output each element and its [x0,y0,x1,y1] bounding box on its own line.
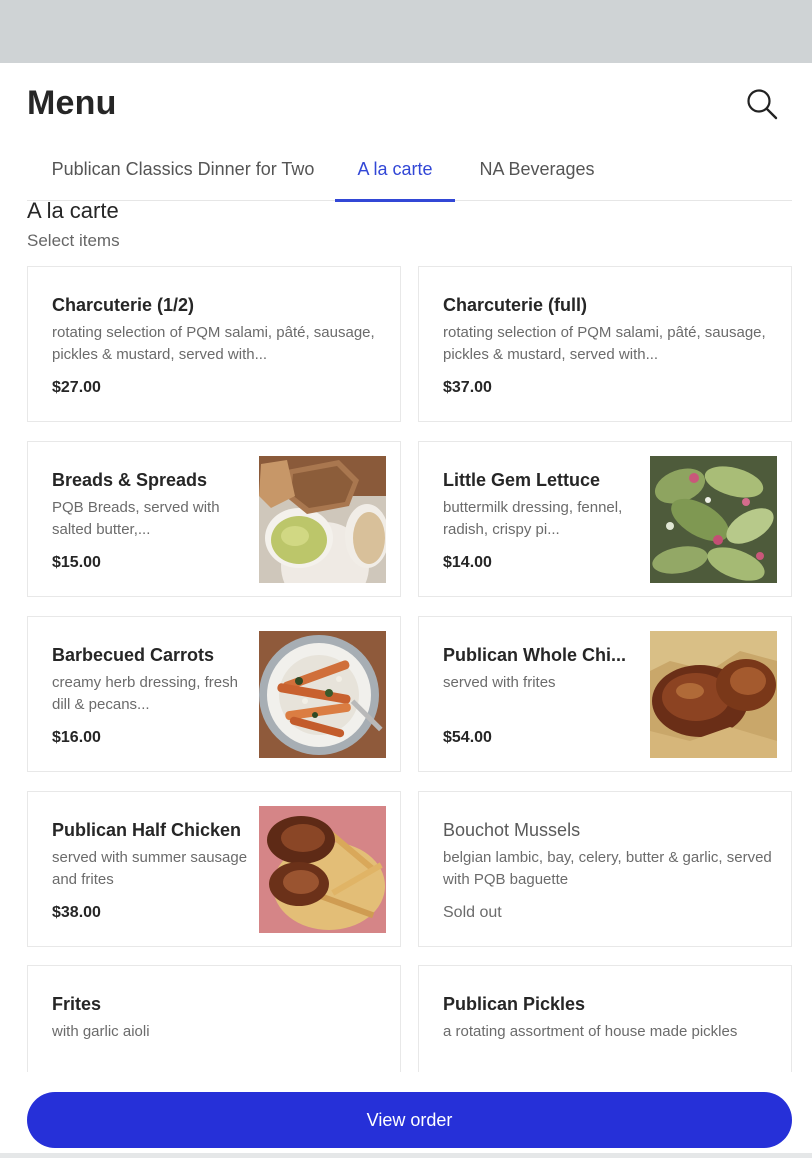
view-order-button[interactable]: View order [27,1092,792,1148]
item-photo-whole-chicken [650,631,777,758]
item-description: PQB Breads, served with salted butter,..… [52,499,220,538]
menu-item-card[interactable]: Little Gem Lettuce buttermilk dressing, … [418,441,792,597]
search-icon [747,89,778,120]
bottom-edge [0,1153,812,1158]
item-description: belgian lambic, bay, celery, butter & ga… [443,849,772,888]
item-price: $54.00 [443,729,492,746]
menu-item-card[interactable]: Charcuterie (1/2) rotating selection of … [27,266,401,422]
item-name: Publican Pickles [443,994,586,1014]
item-name: Little Gem Lettuce [443,470,601,490]
item-name: Charcuterie (1/2) [52,295,195,315]
menu-item-card[interactable]: Charcuterie (full) rotating selection of… [418,266,792,422]
item-name: Breads & Spreads [52,470,208,490]
item-name: Bouchot Mussels [443,820,581,840]
tab-na-beverages[interactable]: NA Beverages [467,138,607,201]
section-subtitle: Select items [27,231,120,250]
item-name: Publican Whole Chi... [443,645,627,665]
item-price: $15.00 [52,554,101,571]
item-price: $16.00 [52,729,101,746]
item-description: served with frites [443,674,556,691]
menu-item-card[interactable]: Bouchot Mussels belgian lambic, bay, cel… [418,791,792,947]
item-status-sold-out: Sold out [443,904,502,921]
item-name: Frites [52,994,102,1014]
item-name: Publican Half Chicken [52,820,242,840]
item-description: with garlic aioli [52,1023,150,1040]
page-title: Menu [27,84,117,122]
item-description: rotating selection of PQM salami, pâté, … [443,324,766,363]
item-description: buttermilk dressing, fennel, radish, cri… [443,499,623,538]
item-price: $37.00 [443,379,492,396]
item-photo-lettuce [650,456,777,583]
item-description: rotating selection of PQM salami, pâté, … [52,324,375,363]
item-name: Barbecued Carrots [52,645,215,665]
menu-tabs: Publican Classics Dinner for Two A la ca… [27,138,792,202]
item-price: $14.00 [443,554,492,571]
tab-publican-classics[interactable]: Publican Classics Dinner for Two [49,138,317,201]
item-description: served with summer sausage and frites [52,849,248,888]
item-name: Charcuterie (full) [443,295,588,315]
tab-a-la-carte[interactable]: A la carte [335,138,455,202]
item-photo-carrots [259,631,386,758]
menu-item-card[interactable]: Publican Whole Chi... served with frites… [418,616,792,772]
section-title: A la carte [27,198,119,223]
menu-item-card[interactable]: Publican Half Chicken served with summer… [27,791,401,947]
menu-item-card[interactable]: Barbecued Carrots creamy herb dressing, … [27,616,401,772]
item-price: $38.00 [52,904,101,921]
menu-item-card[interactable]: Breads & Spreads PQB Breads, served with… [27,441,401,597]
item-description: creamy herb dressing, fresh dill & pecan… [52,674,238,713]
item-photo-breads [259,456,386,583]
item-description: a rotating assortment of house made pick… [443,1023,738,1040]
item-price: $27.00 [52,379,101,396]
item-photo-half-chicken [259,806,386,933]
search-button[interactable] [744,86,780,122]
top-status-bar [0,0,812,63]
